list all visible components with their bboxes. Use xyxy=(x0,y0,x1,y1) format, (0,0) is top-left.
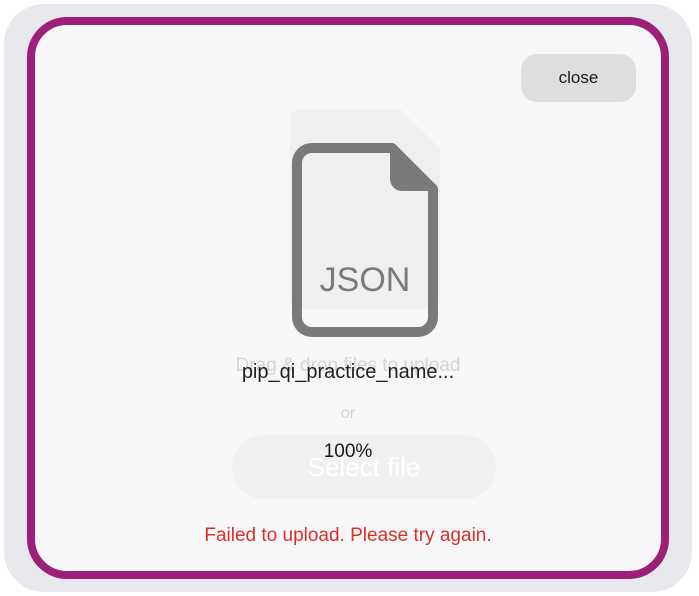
file-name: pip_qi_practice_name... xyxy=(241,361,455,383)
upload-progress-text: 100% xyxy=(323,441,373,462)
upload-modal: Drag & drop files to upload or Select fi… xyxy=(27,17,669,579)
file-type-label: JSON xyxy=(319,261,411,299)
close-button[interactable]: close xyxy=(521,54,636,102)
dropzone-or-text: or xyxy=(340,405,356,422)
json-file-icon: JSON xyxy=(292,143,438,337)
upload-error-message: Failed to upload. Please try again. xyxy=(204,525,492,546)
